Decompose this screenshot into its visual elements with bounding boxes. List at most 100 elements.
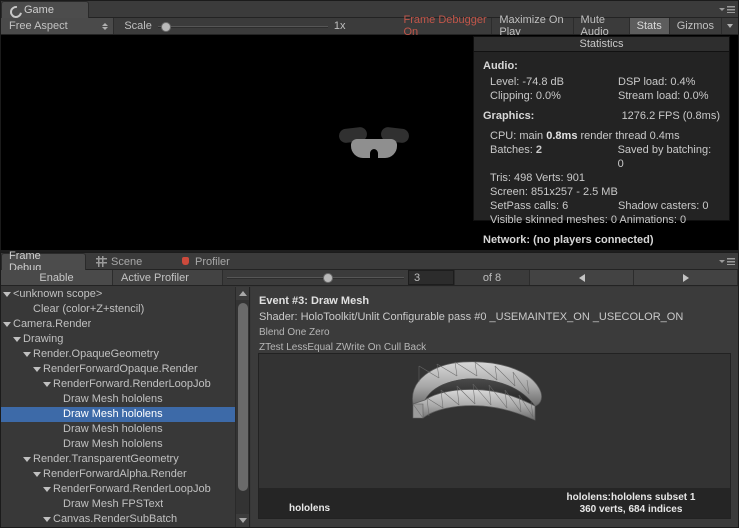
tab-game-label: Game [24,4,54,16]
tab-frame-debug[interactable]: Frame Debug [1,250,86,274]
triangle-down-icon[interactable] [23,457,31,462]
event-tree-row[interactable]: Clear (color+Z+stencil) [1,302,249,317]
event-tree-row[interactable]: Draw Mesh hololens [1,437,249,452]
triangle-down-icon [239,518,247,523]
preview-footer: hololens hololens:hololens subset 1 360 … [259,488,730,518]
tab-game[interactable]: Game [1,1,89,18]
triangle-down-icon[interactable] [23,352,31,357]
frame-debug-detail-pane: Event #3: Draw Mesh Shader: HoloToolkit/… [251,287,738,527]
event-tree-row[interactable]: <unknown scope>1 [1,287,249,302]
hololens-device-render [338,126,410,166]
scroll-down-button[interactable] [236,514,249,527]
mesh-preview-area[interactable]: hololens hololens:hololens subset 1 360 … [258,353,731,519]
event-tree-row[interactable]: Draw Mesh hololens [1,407,249,422]
triangle-down-icon[interactable] [3,322,11,327]
chevron-down-icon [719,260,725,263]
event-tree-row[interactable]: Draw Mesh FPSText [1,497,249,512]
event-tree-row[interactable]: Render.OpaqueGeometry4 [1,347,249,362]
event-tree-row-label: Render.OpaqueGeometry [33,348,159,360]
scene-grid-icon [96,256,107,267]
triangle-left-icon [578,273,585,282]
event-tree-row[interactable]: Draw Mesh hololens [1,392,249,407]
scroll-up-button[interactable] [236,287,249,300]
event-tree-row[interactable]: RenderForwardOpaque.Render4 [1,362,249,377]
event-tree-row[interactable]: RenderForwardAlpha.Render3 [1,467,249,482]
statistics-graphics-row: Graphics: 1276.2 FPS (0.8ms) [483,110,720,122]
aspect-ratio-value: Free Aspect [9,20,68,32]
game-panel-options-menu[interactable] [719,4,735,15]
mesh-preview-viewport[interactable] [259,354,730,488]
game-view-panel: Game Free Aspect Scale 1x Frame Debugger… [0,0,739,250]
frame-debug-tabbar: Frame Debug Scene Profiler [1,250,738,274]
event-slider[interactable] [223,270,408,285]
event-slider-knob[interactable] [322,273,333,283]
event-slider-rail [227,277,404,279]
scale-label: Scale [124,20,152,32]
chevron-down-icon [719,8,725,11]
triangle-down-icon[interactable] [43,382,51,387]
updown-arrows-icon [102,22,109,30]
frame-debug-panel: Frame Debug Scene Profiler Enable Active… [0,250,739,528]
tab-scene-label: Scene [111,255,143,268]
statistics-shadow-casters: Shadow casters: 0 [618,200,709,212]
stats-button[interactable]: Stats [628,18,669,34]
frame-debug-options-menu[interactable] [719,256,735,267]
statistics-overlay: Statistics Audio: Level: -74.8 dB DSP lo… [473,36,730,246]
next-event-button[interactable] [634,270,738,285]
event-total-label: of 8 [454,270,530,285]
statistics-network: Network: (no players connected) [483,234,654,246]
previous-event-button[interactable] [530,270,634,285]
scale-slider[interactable] [157,21,328,32]
hololens-mesh-wireframe [412,361,542,421]
tab-profiler[interactable]: Profiler [173,253,239,270]
event-tree-row-label: Draw Mesh hololens [63,438,163,450]
frame-debug-event-tree[interactable]: <unknown scope>1Clear (color+Z+stencil) C… [1,287,250,527]
event-slider-track[interactable] [227,272,404,283]
event-tree-row-label: Draw Mesh FPSText [63,498,164,510]
scale-slider-rail [157,25,328,28]
enable-button[interactable]: Enable [1,270,113,285]
mute-audio-button[interactable]: Mute Audio [572,14,629,38]
triangle-down-icon[interactable] [3,292,11,297]
statistics-setpass-row: SetPass calls: 6 Shadow casters: 0 [483,199,720,213]
event-tree-row[interactable]: RenderForward.RenderLoopJob4 [1,377,249,392]
gizmos-dropdown-button[interactable] [721,18,738,34]
event-tree-row[interactable]: Draw Mesh hololens [1,422,249,437]
event-tree-scrollbar[interactable] [235,287,249,527]
triangle-down-icon[interactable] [33,472,41,477]
game-toolbar-right: Maximize On Play Mute Audio Stats Gizmos [491,14,738,38]
triangle-down-icon[interactable] [43,517,51,522]
tab-scene[interactable]: Scene [89,253,151,270]
active-profiler-dropdown[interactable]: Active Profiler [113,270,223,285]
tab-profiler-label: Profiler [195,255,230,268]
chevron-down-icon [727,24,733,28]
aspect-ratio-dropdown[interactable]: Free Aspect [1,18,115,34]
triangle-up-icon [239,291,247,296]
event-tree-row-label: RenderForwardAlpha.Render [43,468,187,480]
event-tree-row[interactable]: Drawing7 [1,332,249,347]
statistics-dsp-load: DSP load: 0.4% [618,76,696,88]
gizmos-button[interactable]: Gizmos [668,18,721,34]
statistics-clipping: Clipping: 0.0% [490,90,561,102]
scale-slider-knob[interactable] [160,21,171,32]
event-tree-row[interactable]: Camera.Render7 [1,317,249,332]
triangle-down-icon[interactable] [13,337,21,342]
maximize-on-play-button[interactable]: Maximize On Play [491,14,573,38]
scrollbar-thumb[interactable] [238,303,248,491]
scale-slider-group[interactable]: Scale 1x [114,18,354,34]
statistics-level: Level: -74.8 dB [490,76,564,88]
event-index-input[interactable]: 3 [408,270,454,285]
triangle-down-icon[interactable] [43,487,51,492]
hamburger-icon [727,258,735,265]
triangle-down-icon[interactable] [33,367,41,372]
statistics-stream-load: Stream load: 0.0% [618,90,709,102]
event-tree-row[interactable]: Render.TransparentGeometry3 [1,452,249,467]
event-tree-row-label: Draw Mesh hololens [63,423,163,435]
event-tree-row-label: Drawing [23,333,64,345]
event-tree-row-label: Draw Mesh hololens [63,408,163,420]
event-tree-row-label: RenderForward.RenderLoopJob [53,378,211,390]
event-tree-row[interactable]: Canvas.RenderSubBatch2 [1,512,249,527]
event-blend-state: Blend One Zero [259,327,330,338]
event-tree-row[interactable]: RenderForward.RenderLoopJob3 [1,482,249,497]
statistics-skinned-meshes: Visible skinned meshes: 0 Animations: 0 [490,214,687,226]
